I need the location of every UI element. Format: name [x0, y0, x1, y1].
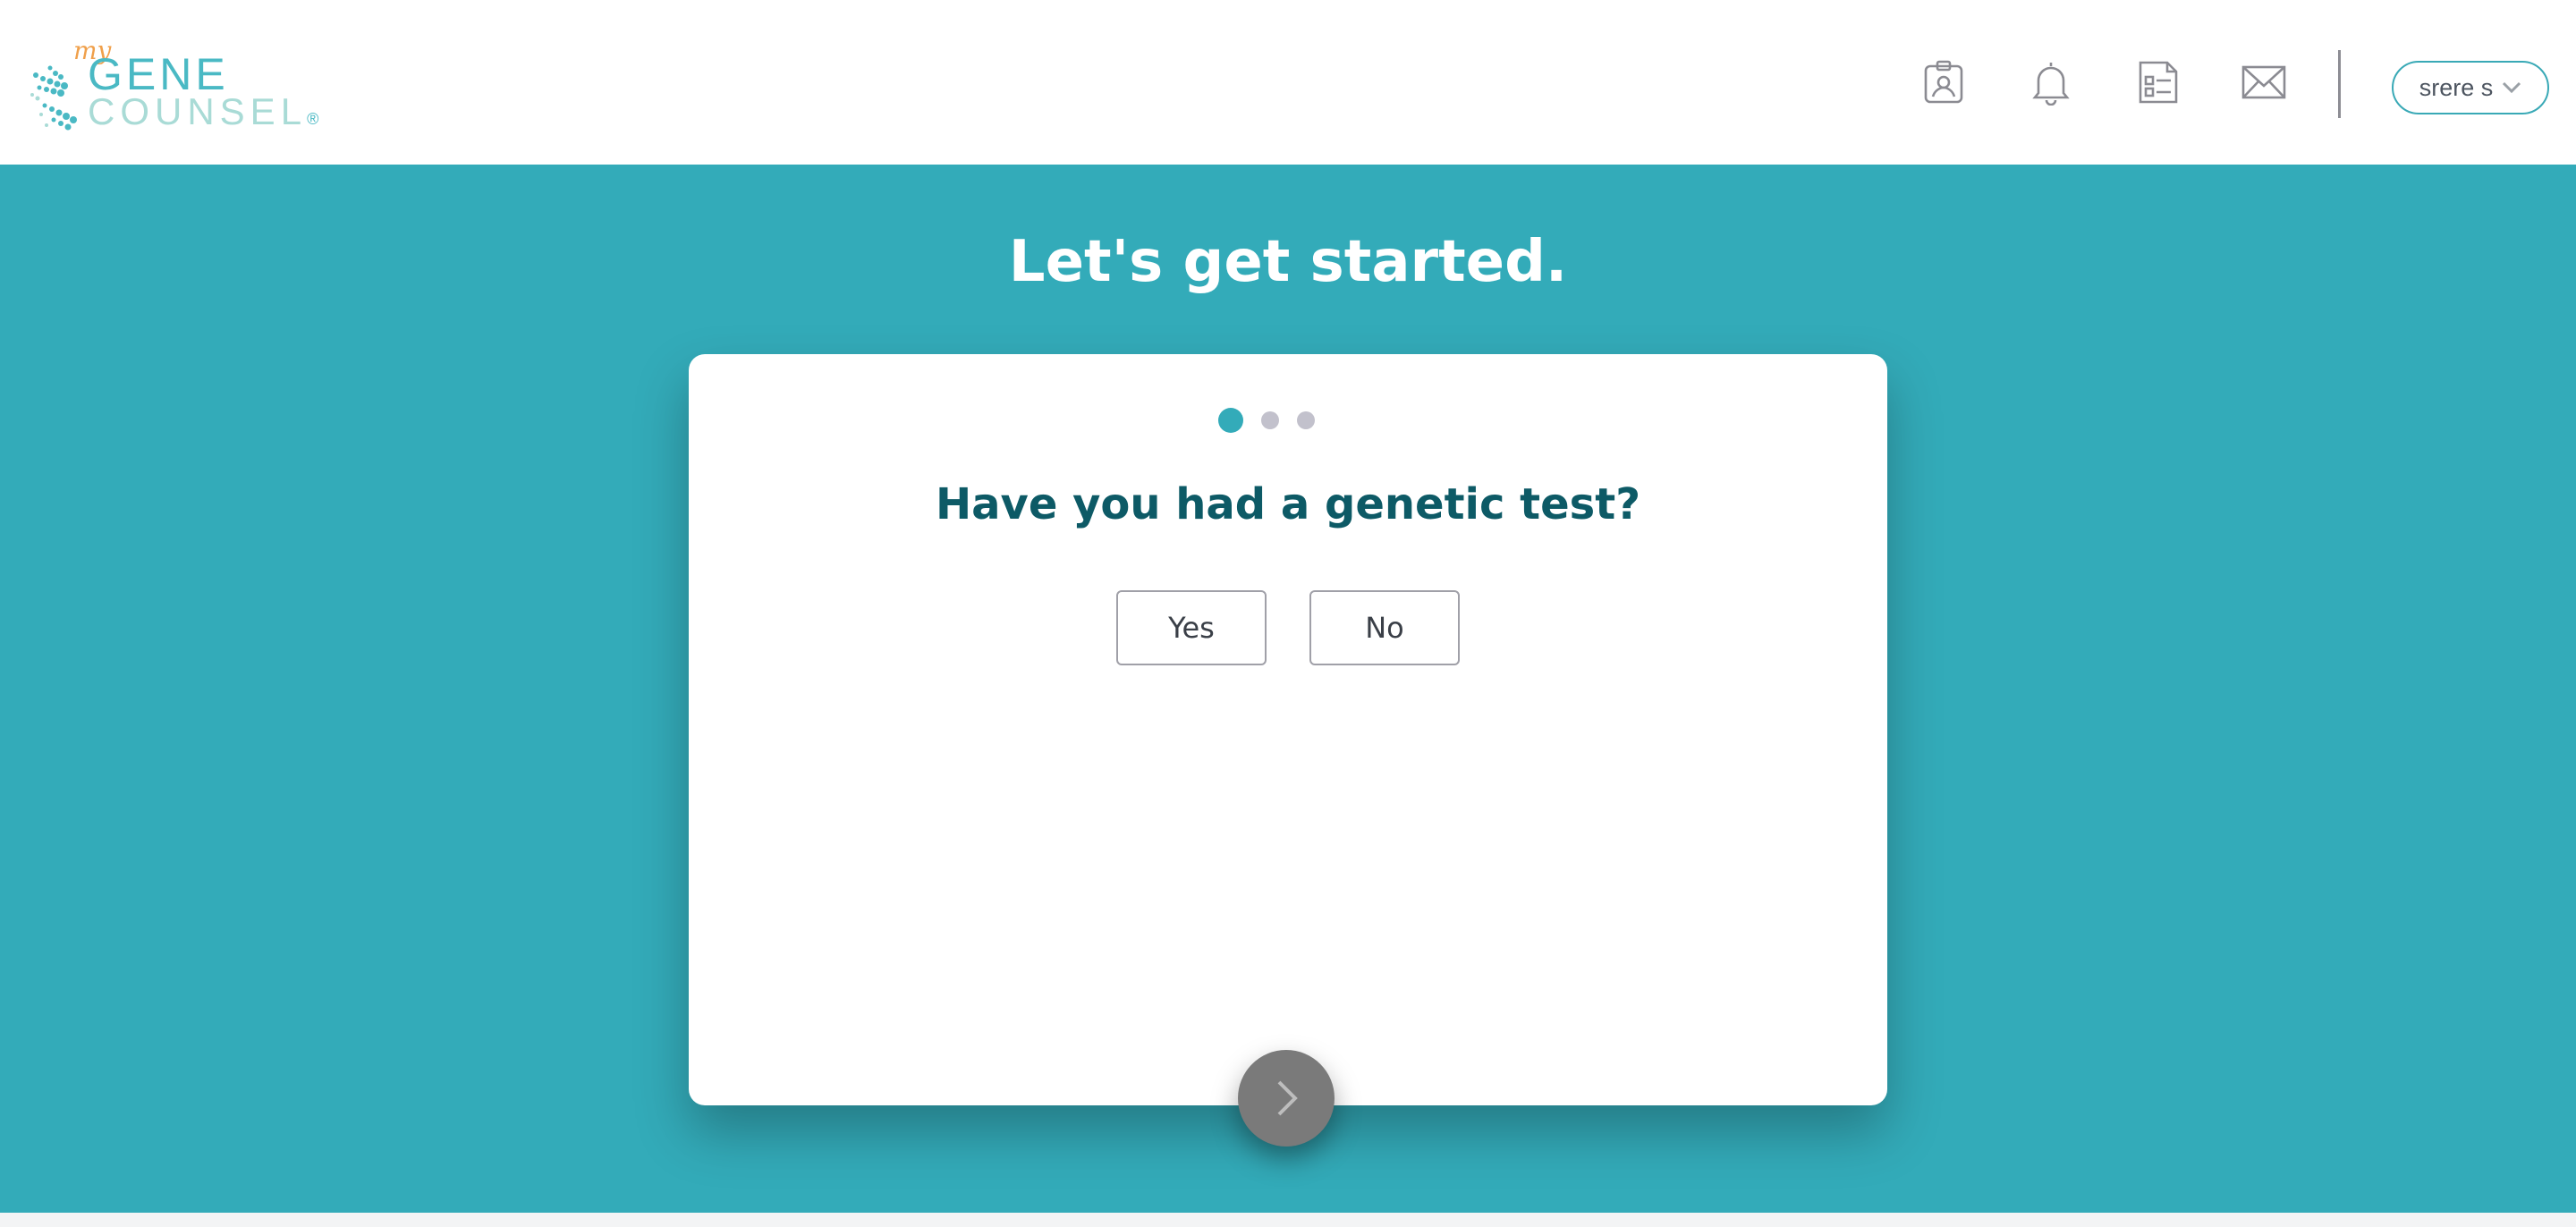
logo-counsel-word: COUNSEL [88, 90, 308, 132]
user-name-label: srere s [2419, 73, 2494, 101]
top-header: my GENE COUNSEL® srere s [0, 0, 2576, 165]
yes-button[interactable]: Yes [1116, 590, 1267, 665]
logo-counsel-text: COUNSEL® [88, 91, 318, 140]
checklist-document-icon[interactable] [2135, 59, 2182, 106]
footer-strip [0, 1213, 2576, 1227]
header-divider [2338, 50, 2341, 118]
question-card [689, 354, 1887, 1105]
progress-dot-1 [1218, 408, 1243, 433]
progress-dots [1218, 407, 1315, 434]
no-button[interactable]: No [1309, 590, 1460, 665]
chevron-down-icon [2503, 81, 2521, 94]
progress-dot-2 [1261, 411, 1279, 429]
progress-dot-3 [1297, 411, 1315, 429]
mygenecounsel-logo[interactable]: my GENE COUNSEL® [27, 36, 318, 134]
profile-badge-icon[interactable] [1920, 59, 1967, 106]
bell-icon[interactable] [2028, 59, 2074, 106]
page-title: Let's get started. [1008, 229, 1568, 295]
question-text: Have you had a genetic test? [935, 479, 1641, 529]
chevron-right-icon [1277, 1080, 1298, 1116]
logo-registered-mark: ® [307, 110, 319, 128]
next-button[interactable] [1238, 1050, 1335, 1147]
mail-icon[interactable] [2241, 59, 2287, 106]
user-menu-button[interactable]: srere s [2392, 61, 2549, 114]
